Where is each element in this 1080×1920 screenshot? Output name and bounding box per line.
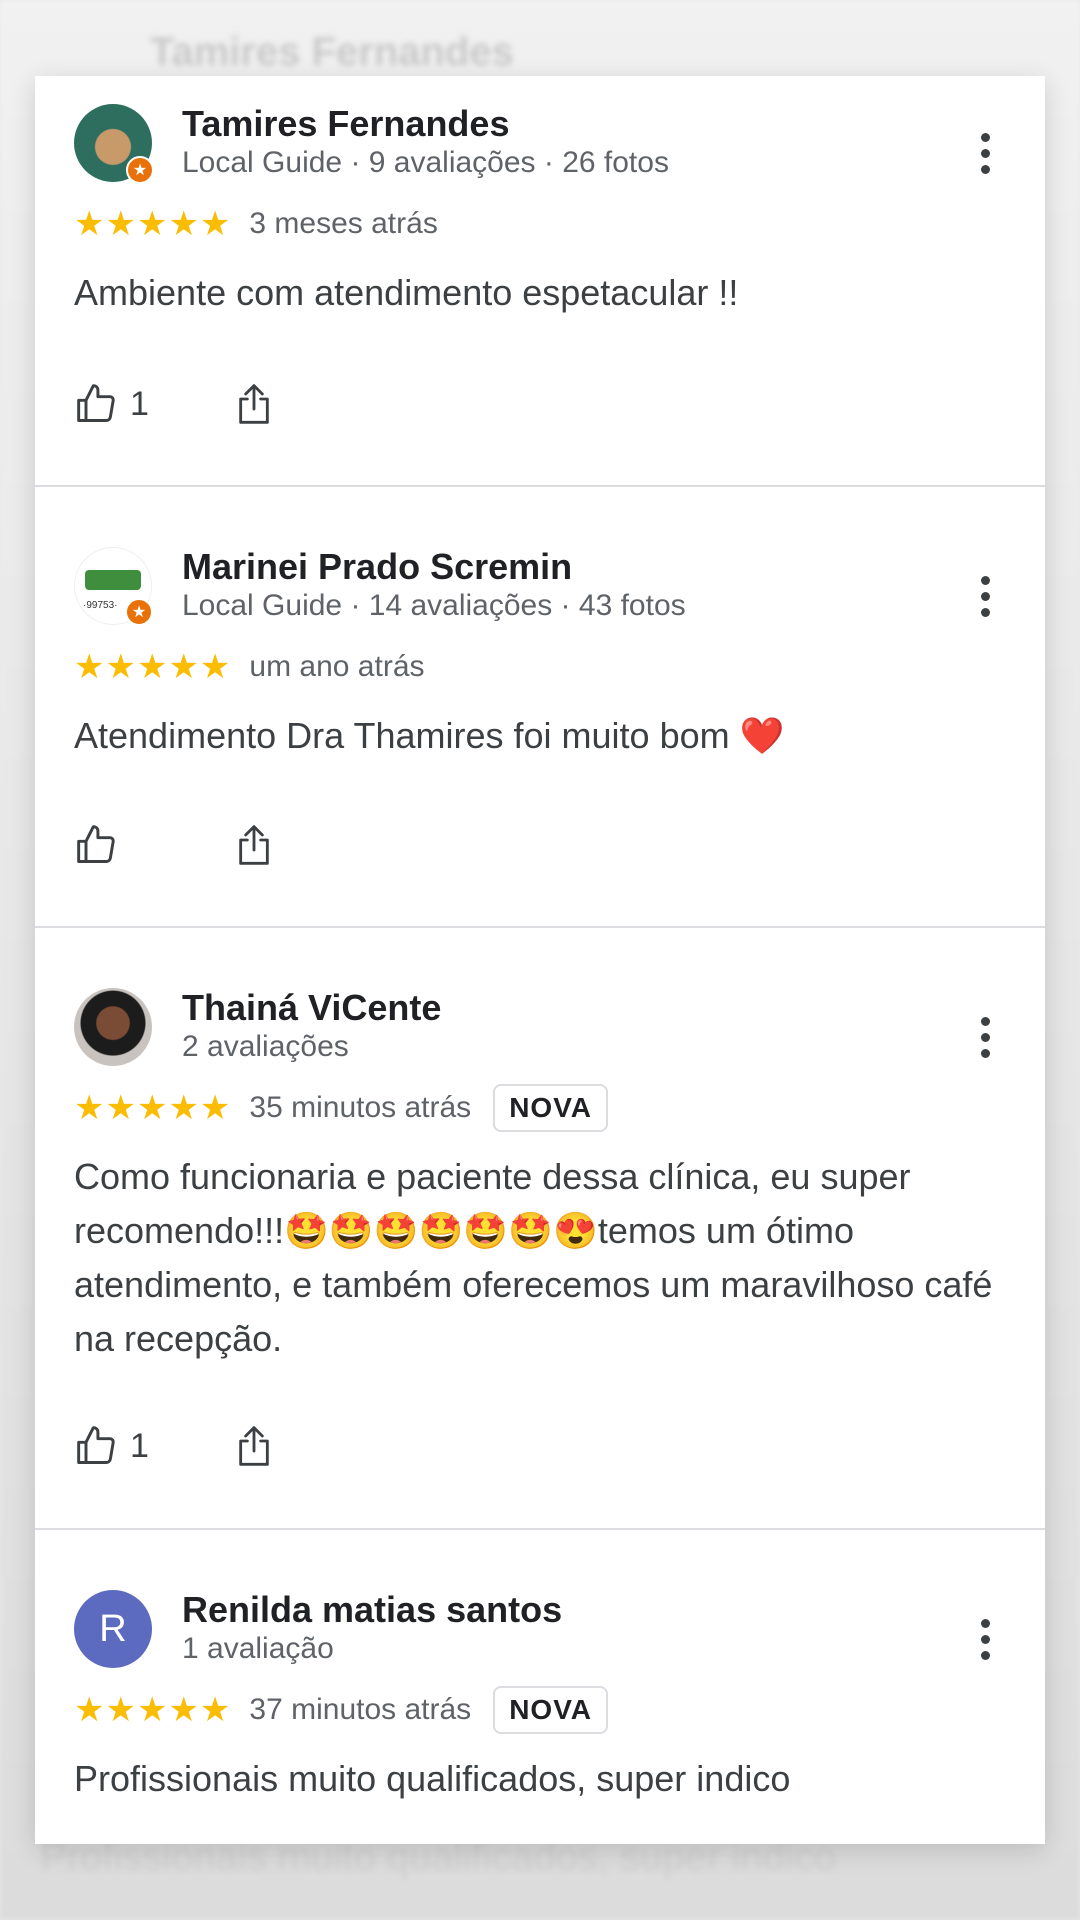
- avatar[interactable]: ★: [74, 104, 154, 184]
- more-vert-icon[interactable]: [965, 1012, 1005, 1062]
- review-item: ·99753· ★ Marinei Prado Scremin Local Gu…: [35, 487, 1045, 928]
- new-badge: NOVA: [493, 1686, 609, 1734]
- avatar-logo-text: ·99753·: [83, 600, 118, 611]
- star-rating: ★★★★★: [74, 648, 232, 686]
- review-text: Atendimento Dra Thamires foi muito bom ❤…: [74, 715, 785, 756]
- reviewer-name[interactable]: Thainá ViCente: [182, 988, 441, 1028]
- review-header: R Renilda matias santos 1 avaliação: [74, 1590, 1005, 1668]
- share-button[interactable]: [234, 822, 274, 868]
- share-button[interactable]: [234, 381, 274, 427]
- like-button[interactable]: 1: [74, 1424, 234, 1468]
- review-time: um ano atrás: [249, 650, 425, 683]
- background-ghost-title: Tamires Fernandes: [150, 30, 514, 74]
- avatar[interactable]: R: [74, 1590, 152, 1668]
- more-vert-icon[interactable]: [965, 128, 1005, 178]
- rating-row: ★★★★★ 3 meses atrás: [74, 198, 1005, 250]
- share-button[interactable]: [234, 1423, 274, 1469]
- share-icon: [239, 384, 269, 424]
- review-time: 37 minutos atrás: [249, 1693, 472, 1726]
- review-item: ★ Tamires Fernandes Local Guide · 9 aval…: [35, 76, 1045, 487]
- reviewer-info: Tamires Fernandes Local Guide · 9 avalia…: [182, 104, 669, 182]
- review-text: Como funcionaria e paciente dessa clínic…: [74, 1156, 993, 1359]
- review-time: 35 minutos atrás: [249, 1091, 472, 1124]
- more-vert-icon[interactable]: [965, 1614, 1005, 1664]
- review-header: Thainá ViCente 2 avaliações: [74, 988, 1005, 1066]
- review-header: ·99753· ★ Marinei Prado Scremin Local Gu…: [74, 547, 1005, 626]
- new-badge: NOVA: [493, 1084, 609, 1132]
- thumbs-up-icon: [77, 825, 115, 863]
- reviewer-info: Marinei Prado Scremin Local Guide · 14 a…: [182, 547, 686, 625]
- reviewer-name[interactable]: Renilda matias santos: [182, 1590, 562, 1630]
- like-button[interactable]: [74, 823, 234, 867]
- like-button[interactable]: 1: [74, 382, 234, 426]
- avatar-logo: [85, 570, 141, 590]
- review-item: Thainá ViCente 2 avaliações ★★★★★ 35 min…: [35, 928, 1045, 1530]
- reviewer-meta: 1 avaliação: [182, 1632, 334, 1665]
- thumbs-up-icon: [77, 1426, 115, 1464]
- reviewer-info: Renilda matias santos 1 avaliação: [182, 1590, 562, 1668]
- star-rating: ★★★★★: [74, 205, 232, 243]
- review-text: Profissionais muito qualificados, super …: [74, 1758, 791, 1799]
- reviewer-meta: Local Guide · 14 avaliações · 43 fotos: [182, 589, 686, 622]
- reviewer-info: Thainá ViCente 2 avaliações: [182, 988, 441, 1066]
- reviewer-meta: Local Guide · 9 avaliações · 26 fotos: [182, 146, 669, 179]
- review-time: 3 meses atrás: [249, 207, 438, 240]
- avatar[interactable]: ·99753· ★: [74, 547, 153, 626]
- review-actions: 1: [74, 381, 274, 427]
- star-rating: ★★★★★: [74, 1089, 232, 1127]
- share-icon: [239, 825, 269, 865]
- rating-row: ★★★★★ um ano atrás: [74, 641, 1005, 693]
- share-icon: [239, 1426, 269, 1466]
- thumbs-up-icon: [77, 384, 115, 422]
- reviewer-name[interactable]: Tamires Fernandes: [182, 104, 669, 144]
- like-count: 1: [130, 384, 149, 423]
- reviewer-name[interactable]: Marinei Prado Scremin: [182, 547, 686, 587]
- more-vert-icon[interactable]: [965, 571, 1005, 621]
- review-header: ★ Tamires Fernandes Local Guide · 9 aval…: [74, 104, 1005, 184]
- review-actions: [74, 822, 274, 868]
- review-item: R Renilda matias santos 1 avaliação ★★★★…: [35, 1530, 1045, 1844]
- reviewer-meta: 2 avaliações: [182, 1030, 349, 1063]
- rating-row: ★★★★★ 37 minutos atrás NOVA: [74, 1684, 1005, 1736]
- review-text: Ambiente com atendimento espetacular !!: [74, 272, 739, 313]
- reviews-card: ★ Tamires Fernandes Local Guide · 9 aval…: [35, 76, 1045, 1844]
- local-guide-icon: ★: [126, 156, 154, 184]
- like-count: 1: [130, 1426, 149, 1465]
- review-actions: 1: [74, 1423, 274, 1469]
- rating-row: ★★★★★ 35 minutos atrás NOVA: [74, 1082, 1005, 1134]
- star-rating: ★★★★★: [74, 1691, 232, 1729]
- local-guide-icon: ★: [125, 598, 153, 626]
- avatar[interactable]: [74, 988, 152, 1066]
